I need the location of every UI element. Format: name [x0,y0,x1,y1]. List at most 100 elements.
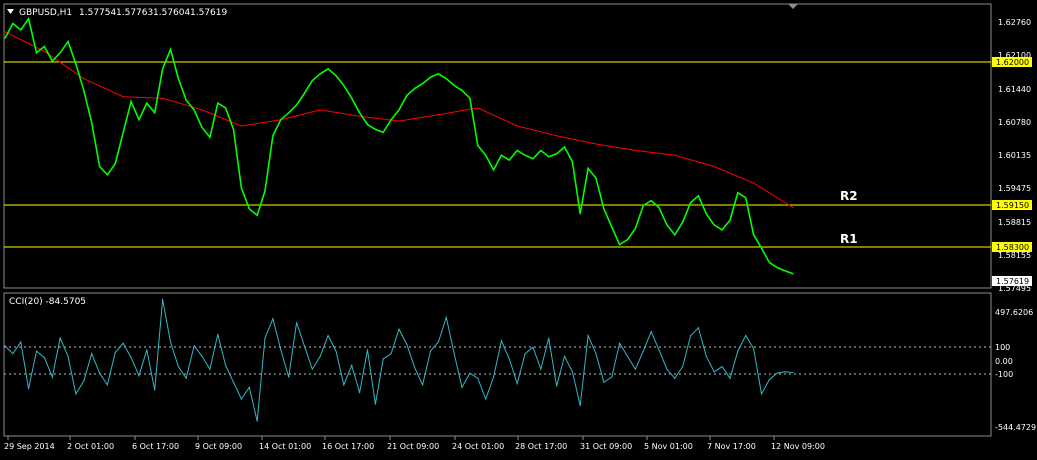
price-point [138,119,140,121]
cci-point [162,298,164,300]
cci-point [177,366,179,368]
price-point [603,208,605,210]
cci-point [753,347,755,350]
moving-average-point [201,109,203,111]
cci-point [422,384,424,386]
cci-point [508,358,510,360]
cci-point [130,357,132,359]
y-tick-label: 1.58815 [998,218,1031,227]
price-point [713,224,715,226]
cci-point [382,358,384,360]
price-point [130,101,132,103]
y-tick-label: 1.58155 [998,251,1031,260]
cci-point [792,371,794,374]
moving-average-point [556,135,558,137]
x-tick-label: 6 Oct 17:00 [132,442,179,451]
x-tick-label: 2 Oct 01:00 [67,442,114,451]
price-point [422,83,424,85]
price-point [753,234,755,236]
price-point [209,136,211,138]
cci-point [351,364,353,366]
price-point [67,41,69,43]
price-point [4,37,6,39]
y-tick-label: 1.59475 [998,184,1031,193]
cci-point [169,341,172,343]
moving-average-point [674,154,676,156]
cci-point [453,353,455,355]
price-point [626,239,629,241]
ohlc-high: 1.57763 [116,8,153,18]
price-point [760,247,763,249]
cci-point [784,371,786,373]
cci-point [343,384,345,386]
cci-point [500,340,502,342]
ohlc-low: 1.57604 [153,8,190,18]
price-point [792,273,794,275]
level-tag-r2: R2 [840,189,858,203]
price-point [335,75,337,77]
cci-point [634,368,637,370]
price-point [579,213,581,215]
price-point [745,197,747,199]
price-point [690,202,692,204]
price-point [437,73,439,75]
cci-point [272,318,274,320]
y-tick-label: 100 [995,343,1010,352]
cci-point [697,327,700,329]
price-point [240,187,242,189]
level-price-label: 1.58300 [996,243,1029,252]
cci-point [571,371,574,373]
cci-point [540,368,542,370]
level-tag-r1: R1 [840,232,858,246]
cci-point [185,377,187,379]
cci-point [225,364,227,366]
moving-average-point [595,143,597,145]
cci-point [461,386,463,388]
x-tick-label: 28 Oct 17:00 [515,442,567,451]
price-point [776,266,778,269]
price-point [658,206,660,209]
price-point [177,78,179,80]
cci-point [406,344,408,346]
price-point [674,234,676,236]
price-point [122,131,124,133]
price-point [319,73,321,75]
level-price-label: 1.59150 [996,201,1029,210]
price-point [666,224,668,226]
moving-average-point [4,31,6,33]
price-point [193,109,195,111]
price-point [99,165,101,168]
cci-point [327,335,329,337]
cci-point [579,404,581,407]
price-point [705,213,707,215]
cci-point [4,345,6,347]
symbol-timeframe: GBPUSD,H1 [19,8,72,18]
price-point [784,270,786,272]
cci-point [587,335,589,337]
moving-average-point [162,97,164,99]
price-point [154,112,156,114]
price-point [359,112,361,114]
price-point [595,177,597,179]
price-point [619,244,621,246]
cci-point [729,377,731,379]
cci-point [563,355,566,357]
level-price-label: 1.62000 [996,58,1029,67]
price-point [382,131,384,133]
cci-point [319,355,321,357]
price-point [327,68,329,70]
cci-point [768,379,771,381]
moving-average-point [359,115,361,117]
price-point [51,60,53,62]
cci-point [288,376,290,378]
cci-point [737,350,739,352]
y-tick-label: 0.00 [995,357,1013,366]
moving-average-point [43,50,46,52]
cci-point [532,346,534,348]
price-point [398,109,400,111]
cci-point [429,350,432,352]
price-point [311,80,313,82]
x-tick-label: 31 Oct 09:00 [580,442,632,451]
cci-point [20,341,22,343]
price-point [288,112,290,114]
